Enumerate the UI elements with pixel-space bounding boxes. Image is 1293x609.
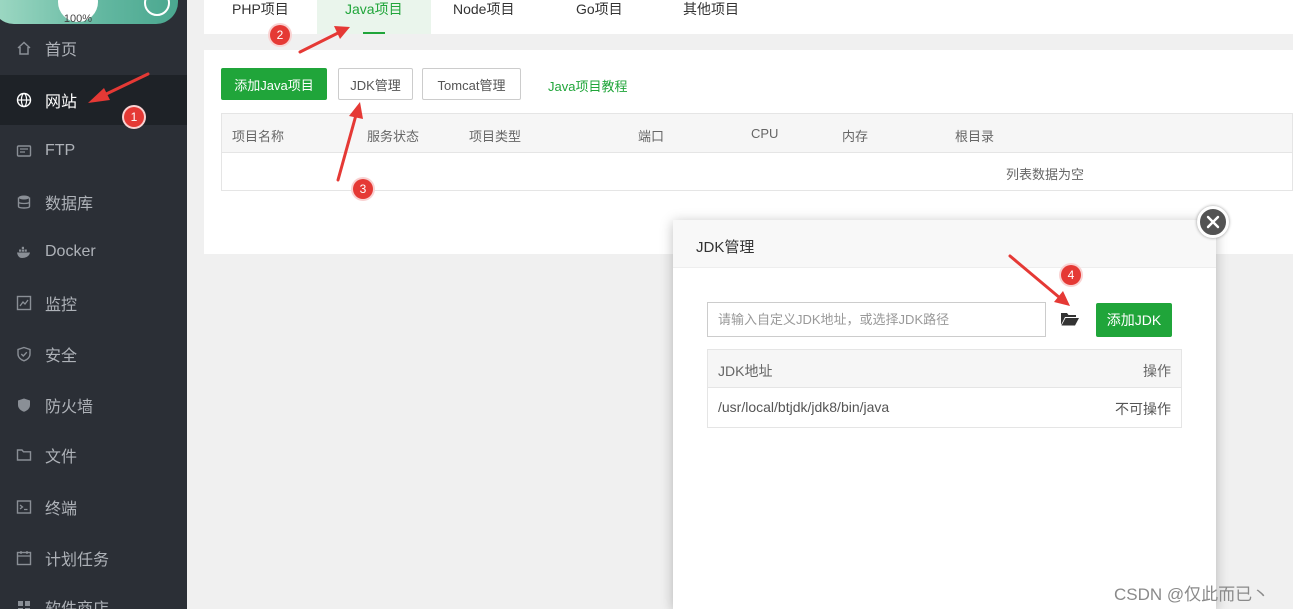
sidebar-item-monitor[interactable]: 监控 — [0, 278, 187, 328]
jdk-path-input[interactable] — [707, 302, 1046, 337]
sidebar-item-label: 文件 — [45, 449, 78, 466]
sidebar-item-label: 网站 — [45, 94, 78, 111]
column-header-jdk-address: JDK地址 — [718, 363, 773, 379]
sidebar-item-label: 终端 — [45, 501, 78, 518]
sidebar-item-store[interactable]: 软件商店 — [0, 582, 187, 609]
sidebar-item-label: FTP — [45, 142, 76, 159]
project-tabs: PHP项目 Java项目 Node项目 Go项目 其他项目 — [204, 0, 1293, 34]
folder-open-icon[interactable] — [1060, 310, 1080, 328]
close-icon[interactable] — [1197, 206, 1229, 238]
project-table: 项目名称 服务状态 项目类型 端口 CPU 内存 根目录 列表数据为空 — [221, 113, 1293, 191]
column-header[interactable]: 端口 — [638, 126, 664, 145]
step-badge-3: 3 — [353, 179, 373, 199]
tab-node[interactable]: Node项目 — [425, 0, 542, 34]
firewall-icon — [16, 397, 32, 413]
jdk-manage-dialog: JDK管理 添加JDK JDK地址 操作 /usr/local/btjdk/jd… — [673, 220, 1216, 609]
jdk-address-cell: /usr/local/btjdk/jdk8/bin/java — [718, 399, 890, 415]
database-icon — [16, 194, 32, 210]
ftp-icon — [16, 143, 32, 159]
jdk-table: JDK地址 操作 /usr/local/btjdk/jdk8/bin/java … — [707, 349, 1182, 428]
shield-check-icon — [16, 346, 32, 362]
sidebar-item-label: 计划任务 — [45, 552, 110, 569]
sidebar-item-label: 安全 — [45, 348, 78, 365]
column-header[interactable]: 项目名称 — [232, 126, 284, 145]
step-badge-4: 4 — [1061, 265, 1081, 285]
jdk-action-cell: 不可操作 — [1115, 401, 1171, 417]
calendar-icon — [16, 550, 32, 566]
load-ring[interactable]: 100% — [58, 0, 98, 25]
tab-php[interactable]: PHP项目 — [204, 0, 317, 34]
column-header[interactable]: CPU — [751, 126, 778, 141]
sidebar-item-database[interactable]: 数据库 — [0, 177, 187, 227]
column-header[interactable]: 根目录 — [955, 126, 994, 145]
tab-go[interactable]: Go项目 — [548, 0, 651, 34]
watermark: CSDN @仅此而已丶 — [1114, 585, 1270, 604]
sidebar-item-docker[interactable]: Docker — [0, 227, 187, 277]
sidebar-item-website[interactable]: 网站 — [0, 75, 187, 125]
step-badge-1: 1 — [124, 107, 144, 127]
folder-icon — [16, 447, 32, 463]
sidebar-item-firewall[interactable]: 防火墙 — [0, 380, 187, 430]
java-tutorial-link[interactable]: Java项目教程 — [548, 76, 627, 95]
column-header-action: 操作 — [1143, 363, 1171, 379]
terminal-icon — [16, 499, 32, 515]
add-java-project-button[interactable]: 添加Java项目 — [221, 68, 327, 100]
column-header[interactable]: 服务状态 — [367, 126, 419, 145]
column-header[interactable]: 内存 — [842, 126, 868, 145]
tab-java[interactable]: Java项目 — [317, 0, 431, 34]
sidebar-item-label: 软件商店 — [45, 595, 109, 609]
sidebar-item-label: 数据库 — [45, 196, 94, 213]
sidebar-item-label: Docker — [45, 243, 96, 260]
home-icon — [16, 40, 32, 56]
empty-list-text: 列表数据为空 — [1006, 167, 1085, 182]
sidebar-item-files[interactable]: 文件 — [0, 430, 187, 480]
jdk-manage-button[interactable]: JDK管理 — [338, 68, 413, 100]
sidebar-item-home[interactable]: 首页 — [0, 23, 187, 73]
sidebar-item-cron[interactable]: 计划任务 — [0, 533, 187, 583]
sidebar-item-ftp[interactable]: FTP — [0, 126, 187, 176]
table-row: /usr/local/btjdk/jdk8/bin/java 不可操作 — [708, 388, 1181, 428]
sidebar-item-label: 防火墙 — [45, 399, 94, 416]
sidebar-item-terminal[interactable]: 终端 — [0, 482, 187, 532]
sidebar-item-security[interactable]: 安全 — [0, 329, 187, 379]
table-header: 项目名称 服务状态 项目类型 端口 CPU 内存 根目录 — [222, 114, 1292, 153]
add-jdk-button[interactable]: 添加JDK — [1096, 303, 1172, 337]
docker-icon — [16, 244, 32, 260]
sidebar-item-label: 首页 — [45, 42, 78, 59]
sidebar-status-header: 100% — [0, 0, 178, 25]
dialog-title: JDK管理 — [673, 220, 1216, 268]
column-header[interactable]: 项目类型 — [469, 126, 521, 145]
store-icon — [16, 599, 32, 609]
tab-other[interactable]: 其他项目 — [655, 0, 767, 34]
tomcat-manage-button[interactable]: Tomcat管理 — [422, 68, 521, 100]
sidebar-item-label: 监控 — [45, 297, 78, 314]
info-icon[interactable] — [144, 0, 170, 16]
jdk-table-header: JDK地址 操作 — [708, 350, 1181, 388]
sidebar: 100% 首页 网站 FTP 数据库 Docker 监控 安全 防火墙 文件 终… — [0, 0, 187, 609]
monitor-icon — [16, 295, 32, 311]
step-badge-2: 2 — [270, 25, 290, 45]
globe-icon — [16, 92, 32, 108]
